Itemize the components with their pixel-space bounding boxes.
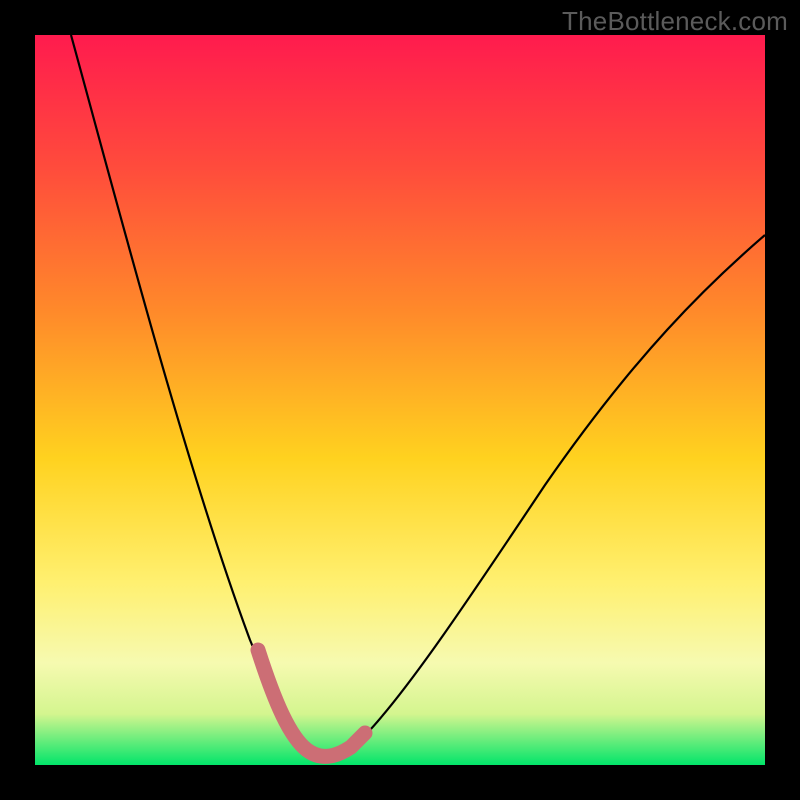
gradient-background bbox=[35, 35, 765, 765]
watermark-text: TheBottleneck.com bbox=[562, 6, 788, 37]
plot-area bbox=[35, 35, 765, 765]
chart-svg bbox=[35, 35, 765, 765]
outer-frame: TheBottleneck.com bbox=[0, 0, 800, 800]
